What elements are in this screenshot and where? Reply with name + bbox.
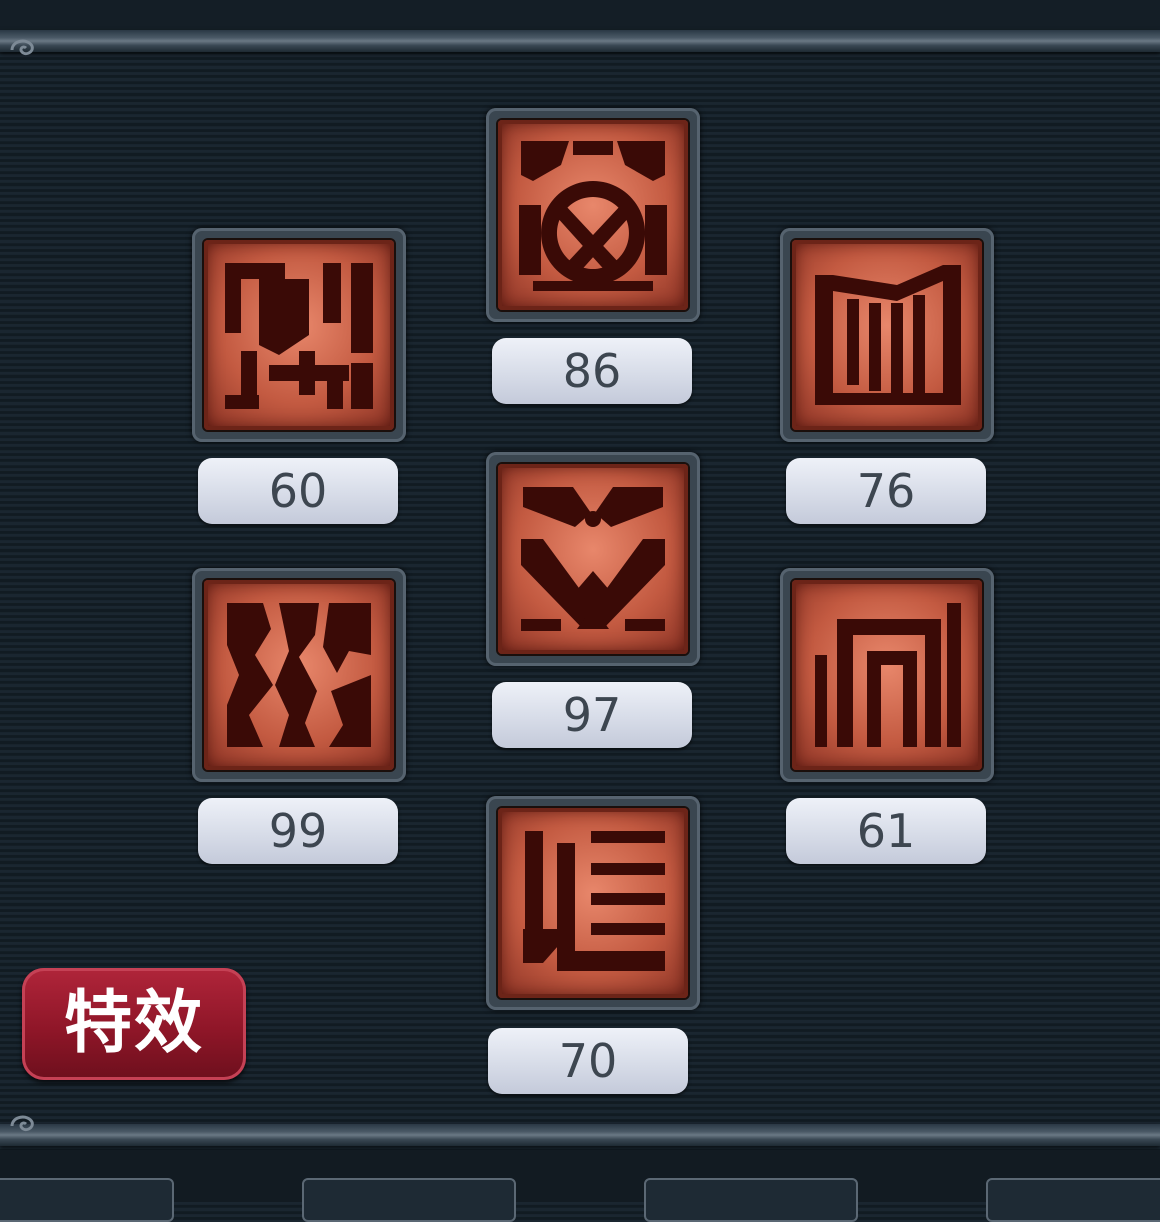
- cracked-rune-icon: [227, 603, 371, 747]
- skill-icon-frame: [204, 240, 394, 430]
- bottom-tab-3[interactable]: [644, 1178, 858, 1222]
- skill-icon-frame: [498, 808, 688, 998]
- bottom-frame-rail: [0, 1124, 1160, 1146]
- skill-slot-upper-left[interactable]: [192, 228, 406, 442]
- scroll-ornament-icon: [10, 1115, 34, 1132]
- skill-icon-frame: [498, 464, 688, 654]
- rune-glyph-a-icon: [225, 263, 373, 409]
- skill-icon-frame: [792, 580, 982, 770]
- skill-slot-lower-right[interactable]: [780, 568, 994, 782]
- skill-value-top-center: 86: [492, 338, 692, 404]
- skill-value-upper-right: 76: [786, 458, 986, 524]
- skill-icon-frame: [792, 240, 982, 430]
- skill-icon-frame: [498, 120, 688, 310]
- top-band: [0, 0, 1160, 30]
- skill-value-middle-center: 97: [492, 682, 692, 748]
- skill-slot-lower-left[interactable]: [192, 568, 406, 782]
- gate-bars-icon: [815, 265, 961, 405]
- scroll-ornament-icon: [10, 39, 34, 56]
- skill-panel: 86 60 76 97 99 61 70 特效: [0, 0, 1160, 1222]
- top-frame-rail: [0, 30, 1160, 52]
- skill-value-bottom-center: 70: [488, 1028, 688, 1094]
- skill-icon-frame: [204, 580, 394, 770]
- skill-slot-bottom-center[interactable]: [486, 796, 700, 1010]
- skill-slot-middle-center[interactable]: [486, 452, 700, 666]
- effects-button[interactable]: 特效: [22, 968, 246, 1080]
- bracket-lines-icon: [523, 831, 665, 971]
- skill-value-lower-right: 61: [786, 798, 986, 864]
- skill-slot-upper-right[interactable]: [780, 228, 994, 442]
- crossed-hammers-icon: [521, 487, 665, 631]
- bottom-tab-1[interactable]: [0, 1178, 174, 1222]
- bottom-tab-2[interactable]: [302, 1178, 516, 1222]
- bottom-tab-4[interactable]: [986, 1178, 1160, 1222]
- skill-slot-top-center[interactable]: [486, 108, 700, 322]
- skill-value-upper-left: 60: [198, 458, 398, 524]
- skill-value-lower-left: 99: [198, 798, 398, 864]
- hammer-wheel-icon: [519, 141, 667, 291]
- nested-frame-icon: [815, 603, 961, 747]
